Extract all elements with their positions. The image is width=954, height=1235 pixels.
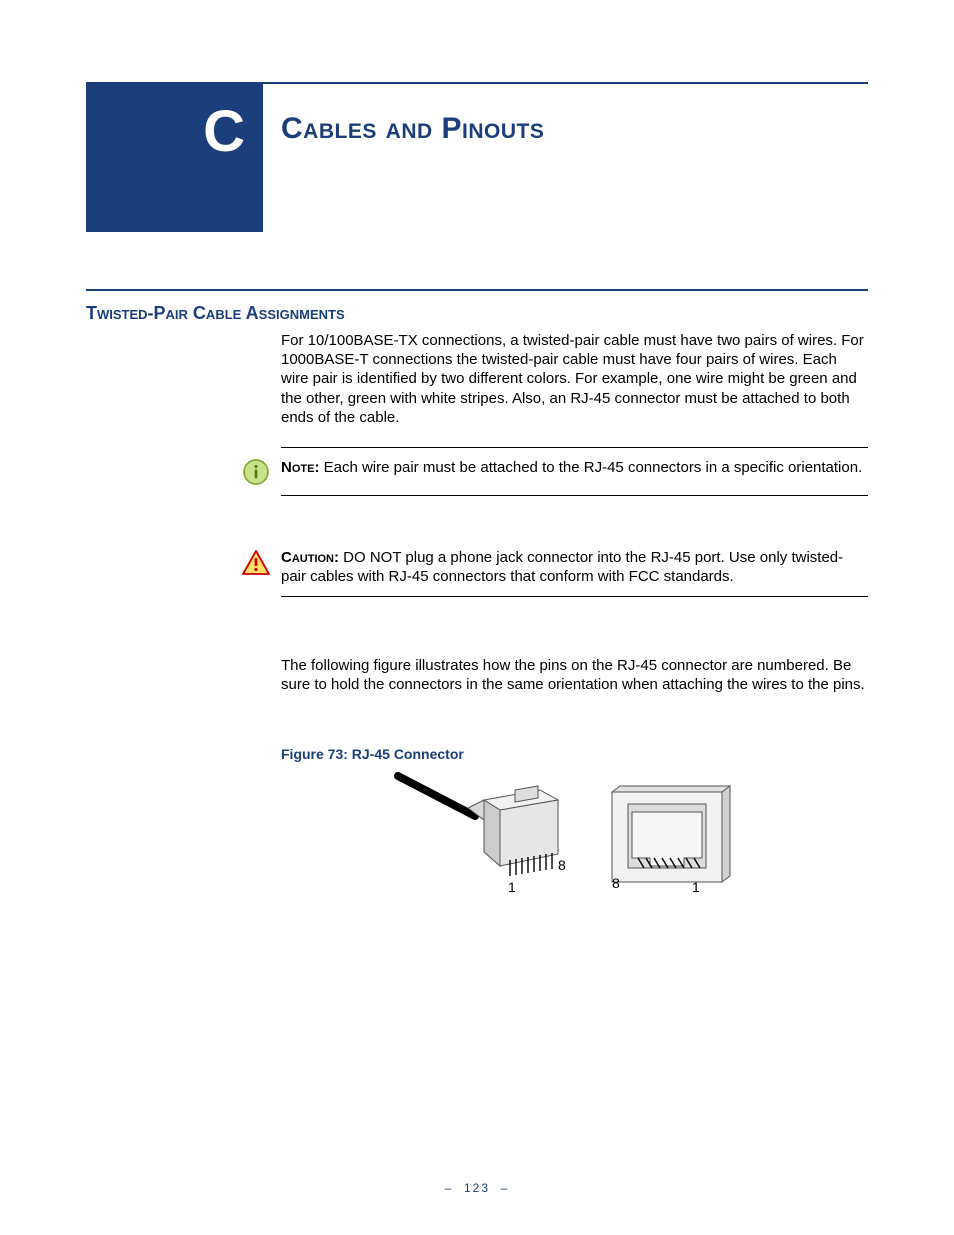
note-rule-bottom xyxy=(281,495,868,496)
figure-intro-paragraph: The following figure illustrates how the… xyxy=(281,656,868,694)
caution-icon xyxy=(231,548,281,577)
caution-text-container: Caution: DO NOT plug a phone jack connec… xyxy=(281,548,868,586)
section-top-rule xyxy=(86,289,868,291)
rj45-plug-illustration xyxy=(398,776,558,876)
section-heading: Twisted-Pair Cable Assignments xyxy=(86,303,345,324)
figure-caption: Figure 73: RJ-45 Connector xyxy=(281,746,464,762)
caution-text: DO NOT plug a phone jack connector into … xyxy=(281,549,843,585)
caution-label: Caution: xyxy=(281,549,339,566)
caution-rule-bottom xyxy=(281,596,868,597)
appendix-banner: C xyxy=(86,84,263,232)
caution-block: Caution: DO NOT plug a phone jack connec… xyxy=(231,538,868,597)
page-number-value: 123 xyxy=(464,1181,490,1195)
jack-pin-8-label: 8 xyxy=(612,875,620,891)
appendix-letter: C xyxy=(203,99,245,164)
page-number: – 123 – xyxy=(0,1181,954,1195)
plug-pin-8-label: 8 xyxy=(558,857,566,873)
note-text-container: Note: Each wire pair must be attached to… xyxy=(281,458,868,477)
intro-paragraph: For 10/100BASE-TX connections, a twisted… xyxy=(281,331,868,427)
chapter-title: Cables and Pinouts xyxy=(281,112,544,146)
jack-pin-1-label: 1 xyxy=(692,879,700,895)
info-icon xyxy=(231,458,281,485)
note-block: Note: Each wire pair must be attached to… xyxy=(231,447,868,496)
note-text: Each wire pair must be attached to the R… xyxy=(319,459,862,476)
note-label: Note: xyxy=(281,459,319,476)
plug-pin-1-label: 1 xyxy=(508,879,516,895)
rj45-figure: 1 8 8 1 xyxy=(380,768,740,908)
rj45-jack-illustration xyxy=(612,786,730,882)
